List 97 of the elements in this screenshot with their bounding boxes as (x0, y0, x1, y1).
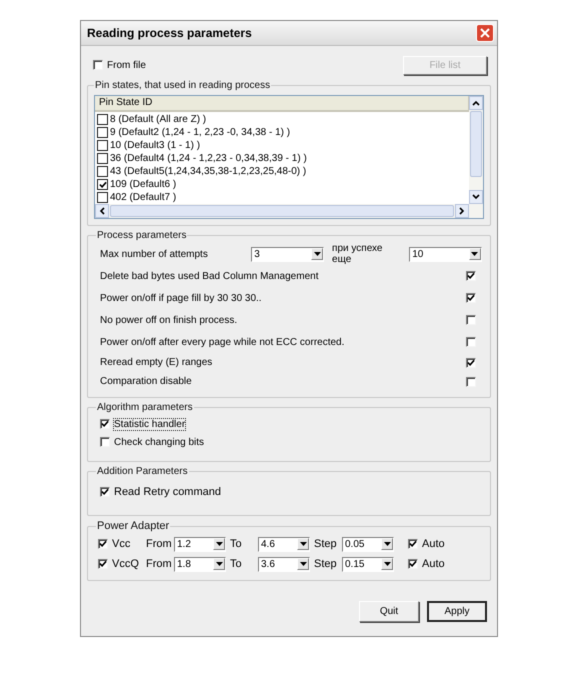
scrollbar-thumb[interactable] (110, 205, 454, 217)
field-label: From (146, 558, 173, 570)
checkbox-label: Power on/off after every page while not ECC corrected. (100, 336, 344, 348)
dropdown[interactable]: 0.05 (342, 536, 394, 552)
checkbox[interactable] (100, 419, 110, 429)
checkbox[interactable] (97, 153, 108, 164)
caret-icon (314, 252, 321, 256)
checkbox-label: From file (107, 60, 146, 70)
checkbox[interactable] (466, 315, 476, 325)
list-item-label[interactable]: 43 (Default5(1,24,34,35,38-1,2,23,25,48-0) ) (110, 166, 306, 177)
caret-icon (216, 562, 222, 566)
checkbox[interactable] (466, 376, 476, 386)
list-item-label[interactable]: 8 (Default (All are Z) ) (110, 114, 206, 125)
chevron-up-icon (472, 100, 480, 106)
caret-icon (216, 542, 222, 546)
group-title: Process parameters (96, 230, 188, 241)
checkbox[interactable] (97, 179, 108, 190)
checkbox[interactable] (97, 127, 108, 138)
dropdown[interactable]: 10 (409, 246, 482, 262)
checkbox[interactable] (100, 487, 110, 497)
checkbox-label: Vcc (112, 538, 130, 550)
close-icon (480, 28, 490, 38)
checkbox-label: Reread empty (E) ranges (100, 357, 212, 368)
list-item-label[interactable]: 109 (Default6 ) (110, 179, 176, 190)
group-title: Pin states, that used in reading process (94, 80, 272, 91)
chevron-right-icon (459, 207, 465, 215)
vertical-scrollbar[interactable] (469, 96, 483, 204)
checkbox[interactable] (408, 559, 418, 569)
caret-icon (384, 542, 390, 546)
scrollbar-thumb[interactable] (470, 111, 482, 177)
chevron-left-icon (99, 207, 105, 215)
dropdown-arrow-button[interactable] (381, 558, 393, 570)
field-label: Step (314, 558, 338, 570)
checkbox[interactable] (97, 114, 108, 125)
dropdown[interactable]: 0.15 (342, 556, 394, 572)
dropdown-arrow-button[interactable] (311, 248, 324, 260)
checkbox-label: Comparation disable (100, 376, 192, 387)
field-label: Max number of attempts (100, 248, 209, 260)
checkbox[interactable] (466, 337, 476, 347)
caret-icon (300, 542, 306, 546)
checkbox-label: Auto (422, 538, 445, 550)
checkbox-label: Statistic handler (114, 418, 186, 430)
scroll-up-button[interactable] (469, 96, 483, 110)
dropdown[interactable]: 3.6 (258, 556, 310, 572)
list-item-label[interactable]: 402 (Default7 ) (110, 192, 176, 203)
scroll-down-button[interactable] (469, 190, 483, 204)
dropdown-arrow-button[interactable] (213, 558, 225, 570)
group-title: Algorithm parameters (96, 402, 194, 413)
checkbox[interactable] (100, 437, 110, 447)
field-label: To (230, 538, 243, 550)
horizontal-scrollbar[interactable] (95, 204, 483, 218)
window-title: Reading process parameters (87, 26, 252, 40)
field-label: From (146, 538, 173, 550)
checkbox[interactable] (466, 358, 476, 368)
column-header[interactable]: Pin State ID (95, 96, 469, 112)
dropdown-arrow-button[interactable] (381, 538, 393, 550)
field-label: при успехе еще (332, 243, 384, 265)
checkbox-label: Check changing bits (114, 436, 204, 448)
chevron-down-icon (472, 194, 480, 200)
group-title: Addition Parameters (96, 466, 189, 477)
dropdown[interactable]: 1.2 (174, 536, 226, 552)
dropdown-arrow-button[interactable] (297, 538, 309, 550)
scroll-right-button[interactable] (455, 204, 469, 218)
list-item-label[interactable]: 36 (Default4 (1,24 - 1,2,23 - 0,34,38,39 - 1) ) (110, 153, 307, 164)
dropdown-arrow-button[interactable] (468, 248, 481, 260)
dropdown-arrow-button[interactable] (297, 558, 309, 570)
checkbox[interactable] (97, 140, 108, 151)
scroll-left-button[interactable] (95, 204, 109, 218)
caret-icon (300, 562, 306, 566)
caret-icon (471, 252, 478, 256)
dialog-button[interactable]: Apply (427, 601, 487, 622)
dialog-button[interactable]: Quit (359, 601, 419, 622)
checkbox[interactable] (97, 166, 108, 177)
checkbox[interactable] (408, 539, 418, 549)
dropdown[interactable]: 3 (251, 246, 324, 262)
checkbox[interactable] (98, 559, 108, 569)
checkbox[interactable] (98, 539, 108, 549)
checkbox-label: Read Retry command (114, 486, 221, 498)
dropdown[interactable]: 1.8 (174, 556, 226, 572)
checkbox[interactable] (93, 60, 103, 70)
list-item-label[interactable]: 10 (Default3 (1 - 1) ) (110, 140, 200, 151)
checkbox-label: Auto (422, 558, 445, 570)
dropdown[interactable]: 4.6 (258, 536, 310, 552)
close-button[interactable] (476, 24, 494, 42)
checkbox[interactable] (466, 271, 476, 281)
checkbox-label: No power off on finish process. (100, 314, 238, 326)
checkbox[interactable] (97, 192, 108, 203)
caret-icon (384, 562, 390, 566)
field-label: To (230, 558, 243, 570)
checkbox-label: Delete bad bytes used Bad Column Management (100, 270, 318, 282)
checkbox-label: Power on/off if page fill by 30 30 30.. (100, 292, 262, 304)
group-title: Power Adapter (96, 520, 170, 532)
checkbox-label: VccQ (112, 558, 139, 570)
field-label: Step (314, 538, 338, 550)
checkbox[interactable] (466, 293, 476, 303)
list-item-label[interactable]: 9 (Default2 (1,24 - 1, 2,23 -0, 34,38 - 1) ) (110, 127, 290, 138)
dropdown-arrow-button[interactable] (213, 538, 225, 550)
